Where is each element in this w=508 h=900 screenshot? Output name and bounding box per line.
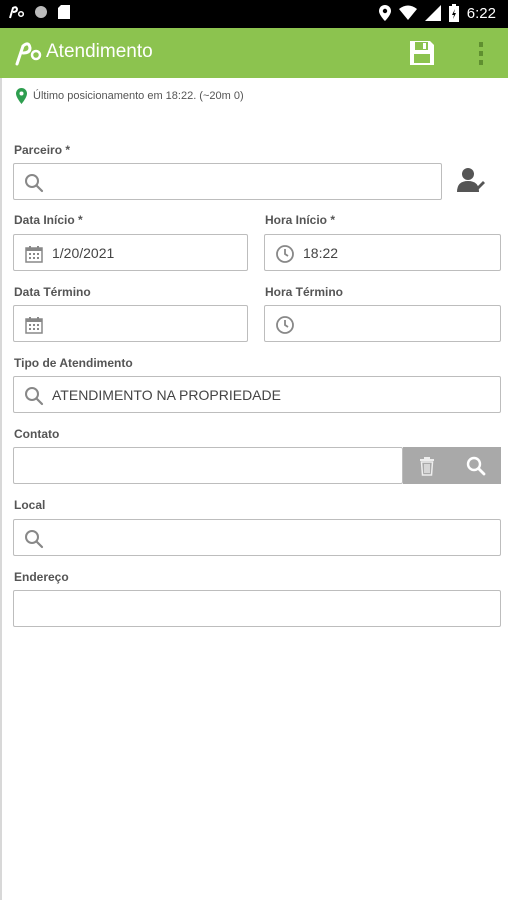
signal-icon	[424, 5, 441, 21]
parceiro-input[interactable]	[13, 163, 442, 200]
contato-search-button[interactable]	[451, 447, 501, 484]
app-logo-icon	[15, 42, 42, 66]
search-icon	[466, 456, 486, 476]
tipo-atendimento-label: Tipo de Atendimento	[14, 356, 133, 370]
trash-icon	[420, 457, 434, 476]
local-label: Local	[14, 498, 46, 512]
data-termino-label: Data Término	[14, 285, 91, 299]
wifi-icon	[398, 5, 417, 20]
clock: 6:22	[466, 4, 496, 22]
search-icon	[25, 530, 44, 549]
left-edge	[0, 78, 2, 900]
location-text: Último posicionamento em 18:22. (~20m 0)	[33, 90, 244, 102]
hora-inicio-label: Hora Início *	[265, 213, 336, 227]
local-input[interactable]	[13, 519, 501, 556]
save-icon[interactable]	[408, 39, 436, 67]
map-pin-icon	[16, 88, 27, 104]
circle-icon	[35, 6, 47, 18]
battery-icon	[448, 4, 459, 22]
clock-icon	[276, 245, 294, 263]
app-bar: Atendimento	[0, 28, 508, 78]
search-icon	[25, 174, 44, 193]
parceiro-label: Parceiro *	[14, 143, 71, 157]
endereco-label: Endereço	[14, 570, 69, 584]
data-inicio-field[interactable]: 1/20/2021	[13, 234, 248, 271]
location-icon	[378, 5, 391, 21]
location-info: Último posicionamento em 18:22. (~20m 0)	[16, 88, 244, 104]
search-icon	[25, 387, 44, 406]
sd-card-icon	[58, 5, 70, 19]
hora-termino-field[interactable]	[264, 305, 501, 342]
hora-termino-label: Hora Término	[265, 285, 344, 299]
status-bar: 6:22	[0, 0, 508, 28]
calendar-icon	[25, 317, 43, 334]
clock-icon	[276, 316, 294, 334]
app-logo-icon	[9, 6, 24, 19]
data-termino-field[interactable]	[13, 305, 248, 342]
hora-inicio-field[interactable]: 18:22	[264, 234, 501, 271]
add-person-icon[interactable]	[456, 166, 486, 194]
page-title: Atendimento	[46, 41, 153, 62]
contato-label: Contato	[14, 427, 60, 441]
calendar-icon	[25, 246, 43, 263]
contato-input[interactable]	[13, 447, 403, 484]
endereco-input[interactable]	[13, 590, 501, 627]
data-inicio-label: Data Início *	[14, 213, 83, 227]
tipo-atendimento-field[interactable]: ATENDIMENTO NA PROPRIEDADE	[13, 376, 501, 413]
contato-delete-button[interactable]	[403, 447, 451, 484]
more-vert-icon[interactable]	[476, 40, 486, 68]
